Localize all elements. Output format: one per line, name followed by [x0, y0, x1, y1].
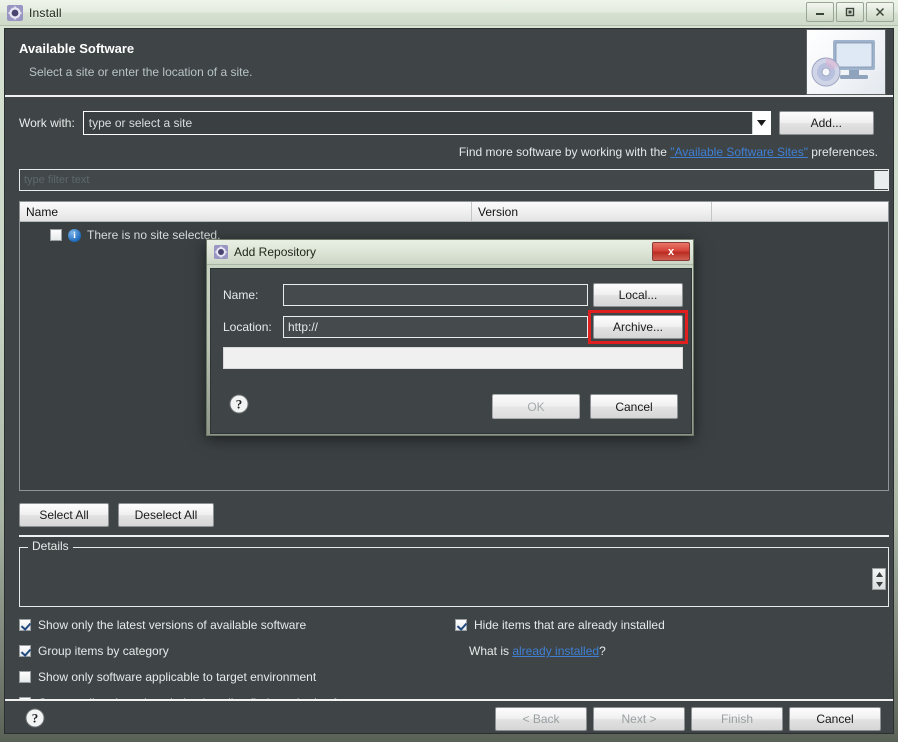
close-button[interactable]	[866, 2, 894, 22]
help-question-icon[interactable]: ?	[25, 708, 45, 728]
option-label: Hide items that are already installed	[474, 618, 665, 632]
window-controls	[804, 2, 894, 22]
find-more-suffix: preferences.	[807, 145, 878, 159]
row-checkbox[interactable]	[50, 229, 62, 241]
finish-button[interactable]: Finish	[691, 707, 783, 731]
option-applicable-to-target[interactable]: Show only software applicable to target …	[19, 670, 316, 684]
find-more-prefix: Find more software by working with the	[458, 145, 671, 159]
page-subtitle: Select a site or enter the location of a…	[29, 65, 253, 79]
filter-placeholder: type filter text	[24, 174, 90, 186]
name-row: Name:	[223, 284, 588, 306]
dialog-message-bar	[223, 347, 683, 369]
column-header-version[interactable]: Version	[472, 202, 712, 221]
svg-text:?: ?	[32, 711, 39, 726]
wizard-nav-buttons: < Back Next > Finish Cancel	[495, 707, 881, 731]
dialog-body: Name: Location: http:// Local... Archive…	[210, 268, 692, 434]
find-more-software-text: Find more software by working with the "…	[459, 145, 878, 159]
location-row: Location: http://	[223, 316, 588, 338]
add-repository-dialog: Add Repository x Name: Location: http://…	[206, 239, 694, 436]
local-button[interactable]: Local...	[593, 283, 683, 307]
table-header-row: Name Version	[20, 202, 888, 222]
cancel-button[interactable]: Cancel	[789, 707, 881, 731]
what-is-already-installed-text: What is already installed?	[469, 644, 606, 658]
name-label: Name:	[223, 288, 259, 302]
option-show-latest-versions[interactable]: Show only the latest versions of availab…	[19, 618, 306, 632]
column-header-extra[interactable]	[712, 202, 888, 221]
filter-clear-icon[interactable]	[874, 171, 888, 189]
checkbox[interactable]	[455, 619, 467, 631]
info-icon: i	[68, 228, 81, 242]
select-all-button[interactable]: Select All	[19, 503, 109, 527]
chevron-down-icon[interactable]	[751, 112, 770, 134]
maximize-button[interactable]	[836, 2, 864, 22]
triangle-up-icon[interactable]	[873, 569, 885, 579]
wizard-footer: ? < Back Next > Finish Cancel	[5, 699, 893, 733]
minimize-button[interactable]	[806, 2, 834, 22]
dialog-cancel-button[interactable]: Cancel	[590, 394, 678, 419]
next-button[interactable]: Next >	[593, 707, 685, 731]
window-titlebar: Install	[0, 0, 898, 26]
column-header-name[interactable]: Name	[20, 202, 472, 221]
work-with-input[interactable]: type or select a site	[84, 116, 752, 130]
work-with-combobox[interactable]: type or select a site	[82, 111, 771, 135]
selection-buttons: Select All Deselect All	[19, 503, 214, 527]
separator	[19, 535, 889, 537]
window-title: Install	[29, 5, 62, 20]
filter-input[interactable]: type filter text	[19, 169, 889, 191]
eclipse-gear-icon	[7, 4, 23, 21]
what-is-prefix: What is	[469, 644, 513, 658]
page-title: Available Software	[19, 41, 135, 56]
option-label: Show only software applicable to target …	[38, 670, 317, 684]
empty-message: There is no site selected.	[87, 228, 221, 242]
already-installed-link[interactable]: already installed	[512, 644, 599, 658]
dialog-close-button[interactable]: x	[652, 242, 690, 261]
details-legend: Details	[28, 539, 73, 553]
archive-button[interactable]: Archive...	[593, 315, 683, 339]
what-is-suffix: ?	[599, 644, 606, 658]
back-button[interactable]: < Back	[495, 707, 587, 731]
wizard-header: Available Software Select a site or ente…	[5, 29, 893, 97]
deselect-all-button[interactable]: Deselect All	[118, 503, 214, 527]
add-button[interactable]: Add...	[778, 111, 874, 135]
location-field[interactable]: http://	[283, 316, 588, 338]
details-scrollbar[interactable]	[872, 568, 886, 590]
eclipse-gear-icon	[214, 245, 228, 259]
monitor-with-disc-icon	[806, 29, 886, 95]
checkbox[interactable]	[19, 619, 31, 631]
svg-text:?: ?	[236, 397, 243, 412]
checkbox[interactable]	[19, 645, 31, 657]
option-label: Group items by category	[38, 644, 169, 658]
work-with-row: Work with: type or select a site Add...	[19, 111, 874, 135]
available-software-sites-link[interactable]: "Available Software Sites"	[670, 145, 808, 159]
details-group: Details	[19, 539, 889, 607]
dialog-titlebar: Add Repository x	[207, 240, 693, 265]
option-hide-already-installed[interactable]: Hide items that are already installed	[455, 618, 665, 632]
option-label: Show only the latest versions of availab…	[38, 618, 307, 632]
option-group-by-category[interactable]: Group items by category	[19, 644, 169, 658]
work-with-label: Work with:	[19, 116, 75, 130]
ok-button[interactable]: OK	[492, 394, 580, 419]
dialog-title: Add Repository	[234, 245, 317, 259]
location-label: Location:	[223, 320, 272, 334]
checkbox[interactable]	[19, 671, 31, 683]
name-field[interactable]	[283, 284, 588, 306]
help-question-icon[interactable]: ?	[229, 394, 249, 414]
install-wizard-window: Install Available Software Select a site…	[0, 0, 898, 742]
triangle-down-icon[interactable]	[873, 579, 885, 589]
